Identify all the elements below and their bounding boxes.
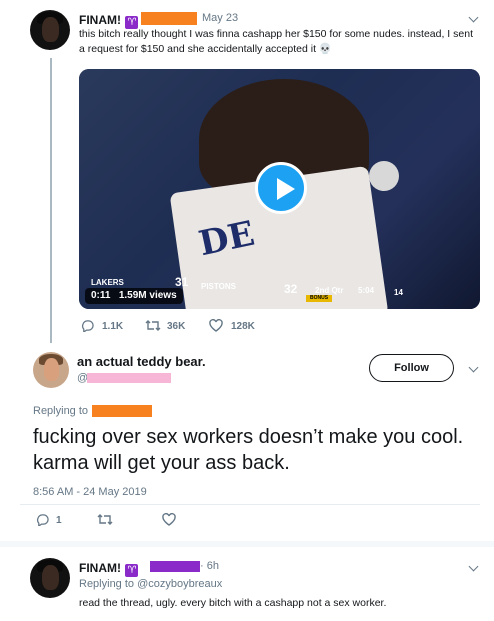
team2-name: PISTONS xyxy=(201,282,236,291)
author-name[interactable]: an actual teddy bear. xyxy=(77,354,206,369)
tweet-time[interactable]: · 6h xyxy=(200,560,219,572)
avatar[interactable] xyxy=(33,352,69,388)
team1-score: 31 xyxy=(175,275,189,289)
tweet1-header: FINAM! ♈ xyxy=(79,11,139,29)
chevron-down-icon[interactable] xyxy=(468,561,479,572)
author-name[interactable]: FINAM! xyxy=(79,561,121,575)
avatar-face xyxy=(42,17,59,42)
tweet-text: read the thread, ugly. every bitch with … xyxy=(79,597,387,609)
thread-line xyxy=(50,58,52,343)
chevron-down-icon[interactable] xyxy=(468,362,479,373)
avatar[interactable] xyxy=(30,10,70,50)
redacted-handle xyxy=(150,561,200,572)
game-quarter: 2nd Qtr xyxy=(315,286,344,295)
tweet3-header: FINAM! ♈ xyxy=(79,559,139,577)
video-player[interactable]: DE LAKERS 31 PISTONS 32 2nd Qtr 5:04 14 … xyxy=(79,69,480,309)
reply-count: 1.1K xyxy=(102,321,124,332)
video-views: 1.59M views xyxy=(118,290,177,301)
team1-name: LAKERS xyxy=(91,278,124,287)
retweet-count: 36K xyxy=(167,321,186,332)
game-clock: 5:04 xyxy=(358,286,375,295)
retweet-icon[interactable] xyxy=(145,319,161,334)
avatar[interactable] xyxy=(30,558,70,598)
tweet-timestamp[interactable]: 8:56 AM - 24 May 2019 xyxy=(33,486,147,498)
replying-to-label: Replying to xyxy=(33,405,89,417)
reply-icon[interactable] xyxy=(81,319,94,334)
tweet-text: fucking over sex workers doesn’t make yo… xyxy=(33,426,464,474)
play-icon[interactable] xyxy=(255,162,307,214)
retweet-icon[interactable] xyxy=(97,513,113,528)
tweet-text: this bitch really thought I was finna ca… xyxy=(79,28,473,55)
tweet-date[interactable]: May 23 xyxy=(202,12,238,24)
team2-score: 32 xyxy=(284,282,298,296)
divider xyxy=(0,541,494,547)
replying-to-label[interactable]: Replying to @cozyboybreaux xyxy=(79,578,222,590)
redacted-handle xyxy=(141,12,197,25)
bonus-badge: BONUS xyxy=(306,295,332,302)
video-time: 0:11 xyxy=(91,290,111,301)
divider xyxy=(20,504,480,505)
zodiac-badge: ♈ xyxy=(125,564,139,577)
shot-clock: 14 xyxy=(394,288,403,297)
reply-icon[interactable] xyxy=(36,513,49,528)
follow-button[interactable]: Follow xyxy=(369,354,454,382)
like-count: 128K xyxy=(231,321,255,332)
redacted-handle xyxy=(87,373,171,383)
author-name[interactable]: FINAM! xyxy=(79,13,121,27)
avatar-face xyxy=(42,565,59,590)
avatar-face xyxy=(43,358,59,381)
redacted-reply-handle xyxy=(92,405,152,417)
heart-icon[interactable] xyxy=(209,318,223,334)
reply-count: 1 xyxy=(56,515,62,526)
video-info-pill: 0:11 1.59M views xyxy=(85,288,183,304)
chevron-down-icon[interactable] xyxy=(468,12,479,23)
lapel-pin xyxy=(369,161,399,191)
heart-icon[interactable] xyxy=(162,512,176,528)
